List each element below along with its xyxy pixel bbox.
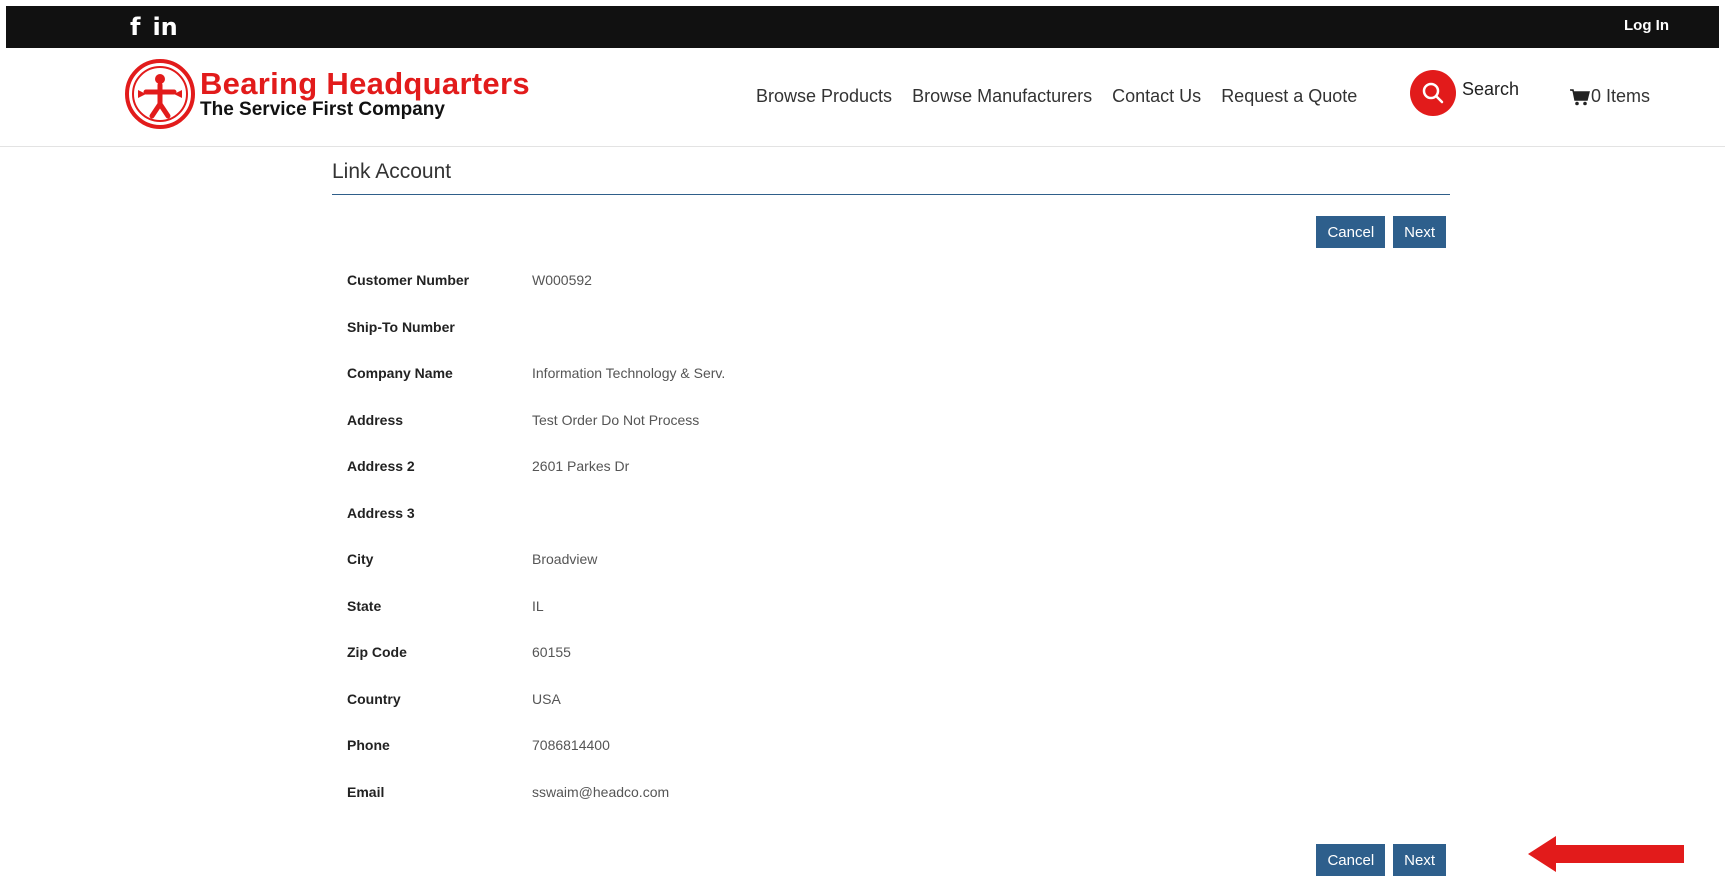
field-label: Country: [347, 690, 401, 707]
field-row: State IL: [332, 598, 1450, 645]
field-row: Ship-To Number: [332, 319, 1450, 366]
field-row: Country USA: [332, 691, 1450, 738]
field-row: Email sswaim@headco.com: [332, 784, 1450, 831]
field-value: Broadview: [532, 551, 598, 567]
page-title: Link Account: [332, 160, 1450, 195]
field-row: Address 3: [332, 505, 1450, 552]
field-value: Test Order Do Not Process: [532, 411, 700, 428]
field-row: Address 2 2601 Parkes Dr: [332, 458, 1450, 505]
search-button[interactable]: Search: [1410, 70, 1519, 116]
field-value: 60155: [532, 644, 571, 660]
field-label: Phone: [347, 737, 390, 753]
nav-contact-us[interactable]: Contact Us: [1112, 86, 1201, 107]
logo-mark-icon: [125, 59, 195, 129]
cancel-button-bottom[interactable]: Cancel: [1316, 844, 1386, 876]
site-header: Bearing Headquarters The Service First C…: [0, 48, 1725, 147]
account-fields: Customer Number W000592 Ship-To Number Co…: [332, 272, 1450, 830]
nav-browse-manufacturers[interactable]: Browse Manufacturers: [912, 86, 1092, 107]
facebook-icon[interactable]: f: [130, 13, 140, 41]
field-value: IL: [532, 597, 544, 614]
field-row: Zip Code 60155: [332, 644, 1450, 691]
field-row: Phone 7086814400: [332, 737, 1450, 784]
field-label: Address: [347, 411, 404, 428]
search-icon: [1410, 70, 1456, 116]
linkedin-icon[interactable]: in: [152, 13, 177, 41]
logo-subtitle: The Service First Company: [200, 99, 445, 120]
field-row: City Broadview: [332, 551, 1450, 598]
field-label: Ship-To Number: [347, 318, 455, 335]
field-row: Company Name Information Technology & Ser…: [332, 365, 1450, 412]
next-button-bottom[interactable]: Next: [1393, 844, 1446, 876]
cancel-button-top[interactable]: Cancel: [1316, 216, 1386, 248]
logo-title: Bearing Headquarters: [200, 66, 530, 101]
field-value: W000592: [532, 272, 592, 288]
red-arrow-icon: [1528, 836, 1684, 872]
field-value: USA: [532, 690, 561, 707]
field-label: Company Name: [347, 365, 453, 381]
field-value: 7086814400: [532, 737, 610, 753]
field-value: Information Technology & Serv.: [532, 365, 726, 381]
link-account-panel: Link Account Cancel Next Customer Number…: [332, 160, 1450, 876]
logo[interactable]: Bearing Headquarters The Service First C…: [124, 58, 530, 130]
top-actions: Cancel Next: [332, 216, 1446, 248]
login-link[interactable]: Log In: [1624, 17, 1669, 34]
cart-icon: [1570, 88, 1590, 105]
field-label: Customer Number: [347, 272, 470, 288]
field-row: Customer Number W000592: [332, 272, 1450, 319]
nav-browse-products[interactable]: Browse Products: [756, 86, 892, 107]
field-label: State: [347, 597, 382, 614]
field-value: sswaim@headco.com: [532, 783, 670, 800]
next-button-top[interactable]: Next: [1393, 216, 1446, 248]
field-value: 2601 Parkes Dr: [532, 458, 630, 474]
cart-link[interactable]: 0 Items: [1569, 86, 1650, 107]
field-label: Email: [347, 783, 385, 800]
nav-request-quote[interactable]: Request a Quote: [1221, 86, 1357, 107]
field-label: Address 2: [347, 458, 415, 474]
field-label: Address 3: [347, 504, 415, 521]
field-label: City: [347, 551, 374, 567]
social-links: f in: [130, 13, 178, 41]
bottom-actions: Cancel Next: [1316, 844, 1446, 876]
field-label: Zip Code: [347, 644, 407, 660]
main-nav: Browse Products Browse Manufacturers Con…: [756, 86, 1357, 107]
top-bar: f in Log In: [6, 6, 1719, 48]
field-row: Address Test Order Do Not Process: [332, 412, 1450, 459]
cart-label: 0 Items: [1591, 86, 1651, 106]
search-label: Search: [1462, 78, 1520, 99]
